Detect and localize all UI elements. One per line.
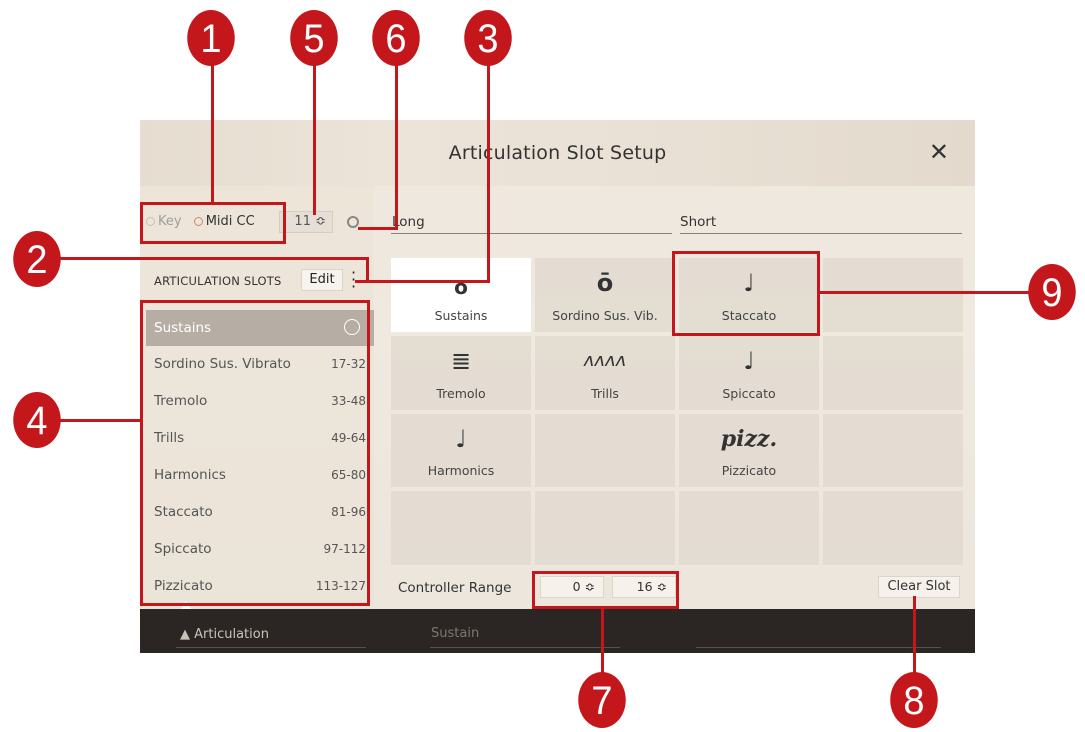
- annotation-box-range: [532, 571, 679, 609]
- annotation-line: [60, 257, 366, 260]
- callout-8: 8: [890, 672, 938, 728]
- callout-4: 4: [13, 392, 61, 448]
- cell-label: Spiccato: [722, 385, 776, 401]
- callout-7: 7: [578, 672, 626, 728]
- tremolo-note-icon: ≣: [450, 346, 472, 375]
- callout-2: 2: [13, 231, 61, 287]
- spiccato-note-icon: ♩: [743, 346, 755, 375]
- annotation-line: [820, 291, 1030, 294]
- pizzicato-icon: pizz.: [720, 425, 778, 452]
- bottom-tab-bar: ▲ Articulation Sustain: [140, 601, 975, 653]
- articulation-picker-panel: Long Short o Sustains ō Sordino Sus. Vib…: [374, 186, 975, 609]
- articulation-cell-empty[interactable]: [823, 413, 963, 488]
- category-short: Short: [680, 214, 717, 230]
- divider: [680, 233, 962, 234]
- annotation-line: [913, 596, 916, 673]
- articulation-cell-empty[interactable]: [535, 491, 675, 565]
- callout-5: 5: [290, 10, 338, 66]
- annotation-box-trigger: [140, 202, 286, 244]
- tab-sustain[interactable]: Sustain: [431, 626, 479, 641]
- callout-3: 3: [464, 10, 512, 66]
- cell-label: Trills: [591, 385, 619, 401]
- articulation-cell-empty[interactable]: [823, 335, 963, 410]
- annotation-line: [211, 60, 214, 202]
- annotation-box-slot-list: [140, 300, 370, 606]
- articulation-cell-empty[interactable]: [679, 491, 819, 565]
- callout-9: 9: [1028, 264, 1076, 320]
- articulation-cell-trills[interactable]: ʌʌʌʌ Trills: [535, 335, 675, 410]
- annotation-line: [487, 60, 490, 282]
- close-icon[interactable]: ✕: [929, 138, 949, 166]
- cell-label: Pizzicato: [721, 463, 777, 479]
- trill-icon: ʌʌʌʌ: [583, 349, 627, 371]
- edit-button[interactable]: Edit: [301, 269, 343, 291]
- annotation-line: [313, 60, 316, 215]
- articulation-cell-empty[interactable]: [823, 491, 963, 565]
- tab-articulation[interactable]: ▲ Articulation: [180, 627, 269, 642]
- articulation-cell-spiccato[interactable]: ♩ Spiccato: [679, 335, 819, 410]
- harmonics-note-icon: ♩: [455, 424, 467, 453]
- sustain-note-icon: o: [454, 275, 468, 299]
- divider: [696, 647, 941, 648]
- cc-number-select[interactable]: 11 ≎: [279, 211, 333, 233]
- annotation-box-staccato: [672, 251, 820, 336]
- annotation-line: [395, 60, 398, 228]
- annotation-line: [366, 257, 369, 282]
- cell-label: Sustains: [434, 307, 488, 323]
- cell-label: Sordino Sus. Vib.: [552, 307, 658, 323]
- dialog-title: Articulation Slot Setup: [448, 142, 667, 164]
- articulation-cell-empty[interactable]: [535, 413, 675, 488]
- articulation-cell-sustains[interactable]: o Sustains: [391, 258, 531, 332]
- articulation-cell-pizzicato[interactable]: pizz. Pizzicato: [679, 413, 819, 488]
- cell-label: Tremolo: [436, 385, 486, 401]
- callout-6: 6: [372, 10, 420, 66]
- clear-slot-button[interactable]: Clear Slot: [878, 576, 960, 598]
- divider: [176, 647, 366, 648]
- cell-label: Harmonics: [427, 463, 495, 479]
- articulation-slots-header: ARTICULATION SLOTS: [154, 274, 282, 288]
- callout-1: 1: [187, 10, 235, 66]
- divider: [391, 233, 672, 234]
- dialog-titlebar: Articulation Slot Setup ✕: [140, 120, 975, 186]
- articulation-cell-empty[interactable]: [823, 258, 963, 332]
- annotation-line: [355, 280, 490, 283]
- articulation-cell-empty[interactable]: [391, 491, 531, 565]
- articulation-cell-sordino[interactable]: ō Sordino Sus. Vib.: [535, 258, 675, 332]
- controller-range-label: Controller Range: [398, 580, 512, 596]
- articulation-cell-tremolo[interactable]: ≣ Tremolo: [391, 335, 531, 410]
- sordino-note-icon: ō: [596, 269, 614, 297]
- divider: [430, 647, 620, 648]
- articulation-cell-harmonics[interactable]: ♩ Harmonics: [391, 413, 531, 488]
- annotation-line: [601, 609, 604, 673]
- annotation-line: [60, 419, 142, 422]
- annotation-line: [358, 227, 398, 230]
